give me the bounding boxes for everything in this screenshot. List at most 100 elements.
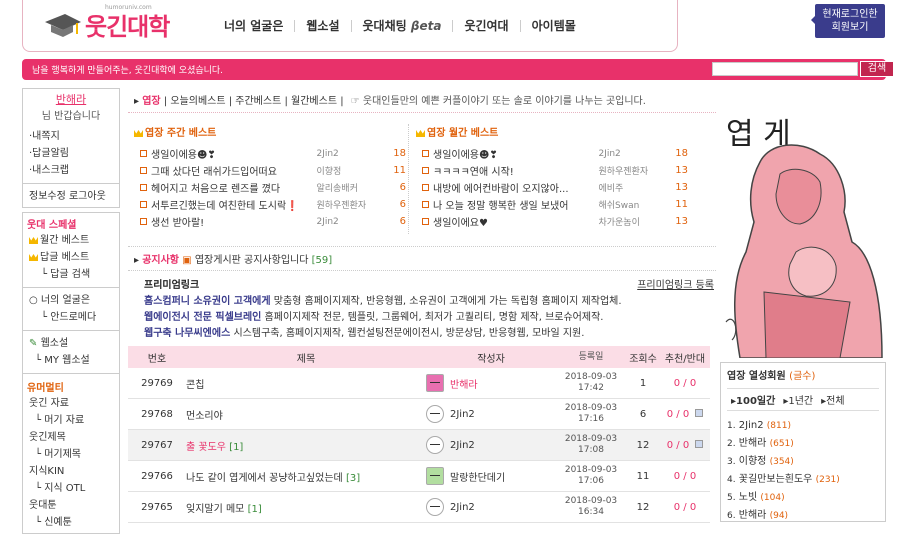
- post-votes-cell: 0 / 0: [660, 502, 710, 513]
- tab-all[interactable]: ▸전체: [821, 392, 844, 407]
- premium-link[interactable]: 홈스컴퍼니 소유권이 고객에게 맞춤형 홈페이지제작, 반응형웹, 소유권이 고…: [144, 294, 714, 310]
- menu-scrap[interactable]: ·내스크랩: [23, 162, 119, 179]
- account-links[interactable]: 정보수정 로그아웃: [23, 188, 119, 205]
- member-rank: 5.: [727, 493, 736, 503]
- post-author-cell[interactable]: 2Jin2: [426, 436, 556, 454]
- menu-webnovel[interactable]: ✎ 웹소설: [23, 335, 119, 352]
- menu-reply-search-label: 답글 검색: [50, 269, 91, 280]
- user-name[interactable]: 반해라: [23, 91, 119, 107]
- tab-100days[interactable]: ▸100일간: [731, 392, 775, 407]
- menu-face[interactable]: ○ 너의 얼굴은: [23, 292, 119, 309]
- menu-andromeda[interactable]: └ 안드로메다: [23, 309, 119, 326]
- table-row[interactable]: 29768 먼소리야 2Jin2 2018-09-03 17:16 6 0 / 0: [128, 399, 710, 430]
- menu-reply-search[interactable]: └ 답글 검색: [23, 266, 119, 283]
- menu-funny-sub[interactable]: └ 머기 자료: [23, 412, 119, 429]
- table-row[interactable]: 29769 콘칩 반해라 2018-09-03 17:42 1 0 / 0: [128, 368, 710, 399]
- post-icon: [140, 201, 147, 208]
- nav-face[interactable]: 너의 얼굴은: [213, 20, 296, 32]
- monthly-best-row[interactable]: 생일이에요♥ 차가운놈이 13: [416, 213, 688, 230]
- menu-otl[interactable]: └ 지식 OTL: [23, 480, 119, 497]
- nav-chat[interactable]: 웃대채팅 βeta: [352, 20, 454, 32]
- member-post-count: (94): [769, 511, 789, 521]
- post-title-cell[interactable]: 나도 같이 엽게에서 꽁냥하고싶었는데 [3]: [186, 469, 426, 484]
- best-post-title: 그때 샀다던 래쉬가드입어떠요: [151, 167, 277, 178]
- tab-monthly[interactable]: 월간베스트: [291, 96, 337, 107]
- menu-funny[interactable]: 웃긴 자료: [23, 395, 119, 412]
- monthly-best-row[interactable]: 생일이에용☻❣ 2Jin2 18: [416, 145, 688, 162]
- post-author: 반해라: [450, 379, 478, 391]
- menu-title-sub[interactable]: └ 머기제목: [23, 446, 119, 463]
- tab-1year[interactable]: ▸1년간: [783, 392, 813, 407]
- post-icon: [140, 167, 147, 174]
- tab-active[interactable]: 엽장: [142, 96, 160, 107]
- tab-today[interactable]: 오늘의베스트: [170, 96, 225, 107]
- post-date: 2018-09-03 16:34: [556, 496, 626, 518]
- best-post-count: 13: [675, 182, 688, 193]
- menu-my-webnovel[interactable]: └ MY 웹소설: [23, 352, 119, 369]
- search-button[interactable]: 검색: [860, 61, 894, 77]
- online-members-button[interactable]: 현재로그인한 회원보기: [811, 4, 885, 38]
- menu-reply-best[interactable]: 답글 베스트: [23, 249, 119, 266]
- menu-message[interactable]: ·내쪽지: [23, 128, 119, 145]
- cartoon-banner[interactable]: 엽 게: [720, 102, 888, 358]
- monthly-best-row[interactable]: 내방에 에어컨바람이 오지않아... 에비주 13: [416, 179, 688, 196]
- menu-newtoon-label: 신예툰: [44, 517, 72, 528]
- avatar: [426, 467, 444, 485]
- menu-reply-alert[interactable]: ·답글알림: [23, 145, 119, 162]
- nav-webnovel[interactable]: 웹소설: [295, 20, 352, 32]
- multi-header: 유머멀티: [27, 383, 64, 394]
- monthly-best-title: 엽장 월간 베스트: [416, 124, 688, 139]
- member-rank-item[interactable]: 4. 꽃길만보는흰도우 (231): [727, 471, 879, 489]
- post-title-cell[interactable]: 잊지말기 메모 [1]: [186, 500, 426, 515]
- member-rank-item[interactable]: 5. 노빗 (104): [727, 489, 879, 507]
- weekly-best-row[interactable]: 그때 샀다던 래쉬가드입어떠요 이향정 11: [134, 162, 406, 179]
- weekly-best-row[interactable]: 생일이에용☻❣ 2Jin2 18: [134, 145, 406, 162]
- premium-register-link[interactable]: 프리미엄링크 등록: [637, 278, 714, 294]
- weekly-best-row[interactable]: 서투르긴했는데 여친한테 도시락❗ 원하우젠환자 6: [134, 196, 406, 213]
- weekly-best-title: 엽장 주간 베스트: [134, 124, 406, 139]
- post-number: 29768: [141, 408, 173, 420]
- post-author-cell[interactable]: 2Jin2: [426, 498, 556, 516]
- notice-row[interactable]: ▸ 공지사항 ▣ 엽장게시판 공지사항입니다 [59]: [128, 246, 716, 271]
- search-input[interactable]: [712, 62, 858, 76]
- menu-toon[interactable]: 웃대툰: [23, 497, 119, 514]
- post-author-cell[interactable]: 반해라: [426, 374, 556, 392]
- premium-links: 프리미엄링크 프리미엄링크 등록 홈스컴퍼니 소유권이 고객에게 맞춤형 홈페이…: [144, 278, 714, 342]
- menu-andromeda-label: 안드로메다: [50, 312, 97, 323]
- nav-itemmall[interactable]: 아이템몰: [521, 20, 587, 32]
- post-title-cell[interactable]: 출 꽃도우 [1]: [186, 438, 426, 453]
- member-rank-item[interactable]: 1. 2Jin2 (811): [727, 417, 879, 435]
- best-post-title: ㅋㅋㅋㅋ연애 시작!: [433, 167, 514, 178]
- premium-link[interactable]: 웹에이전시 전문 픽셀브레인 홈페이지제작 전문, 템플릿, 그룹웨어, 최저가…: [144, 310, 714, 326]
- menu-newtoon[interactable]: └ 신예툰: [23, 514, 119, 531]
- post-date-day: 2018-09-03: [564, 434, 618, 444]
- monthly-best-title-text: 엽장 월간 베스트: [427, 128, 499, 139]
- post-date-time: 17:06: [578, 476, 604, 486]
- monthly-best-row[interactable]: ㅋㅋㅋㅋ연애 시작! 원하우젠환자 13: [416, 162, 688, 179]
- member-rank-item[interactable]: 3. 이향정 (354): [727, 453, 879, 471]
- menu-kin[interactable]: 지식KIN: [23, 463, 119, 480]
- member-rank-item[interactable]: 2. 반해라 (651): [727, 435, 879, 453]
- post-author-cell[interactable]: 말랑한단데기: [426, 467, 556, 485]
- member-rank-item[interactable]: 6. 반해라 (94): [727, 507, 879, 525]
- col-author: 작성자: [477, 353, 505, 365]
- menu-title[interactable]: 웃긴제목: [23, 429, 119, 446]
- avatar-face: [430, 413, 440, 417]
- monthly-best-row[interactable]: 나 오늘 정말 행복한 생일 보냈어 해쉬Swan 11: [416, 196, 688, 213]
- menu-monthly-best[interactable]: 월간 베스트: [23, 232, 119, 249]
- nav-women[interactable]: 웃긴여대: [453, 20, 521, 32]
- post-title-cell[interactable]: 콘칩: [186, 376, 426, 391]
- premium-link[interactable]: 웹구축 나무씨엔에스 시스템구축, 홈페이지제작, 웹컨설팅전문에이전시, 방문…: [144, 326, 714, 342]
- table-row[interactable]: 29767 출 꽃도우 [1] 2Jin2 2018-09-03 17:08 12 0 / …: [128, 430, 710, 461]
- site-logo[interactable]: humoruniv.com 웃긴대학: [43, 4, 193, 46]
- main-content: ▸ 엽장 | 오늘의베스트 | 주간베스트 | 월간베스트 | ☞ 웃대인들만의…: [128, 92, 716, 523]
- post-title-cell[interactable]: 먼소리야: [186, 407, 426, 422]
- table-row[interactable]: 29765 잊지말기 메모 [1] 2Jin2 2018-09-03 16:34 12 0 …: [128, 492, 710, 523]
- comment-count: [3]: [345, 472, 361, 484]
- post-author-cell[interactable]: 2Jin2: [426, 405, 556, 423]
- weekly-best-row[interactable]: 헤어지고 처음으로 렌즈를 꼈다 알리송배커 6: [134, 179, 406, 196]
- member-name: 꽃길만보는흰도우: [738, 474, 813, 485]
- table-row[interactable]: 29766 나도 같이 엽게에서 꽁냥하고싶었는데 [3] 말랑한단데기 2018-0…: [128, 461, 710, 492]
- weekly-best-row[interactable]: 생선 받아랄! 2Jin2 6: [134, 213, 406, 230]
- tab-weekly[interactable]: 주간베스트: [235, 96, 281, 107]
